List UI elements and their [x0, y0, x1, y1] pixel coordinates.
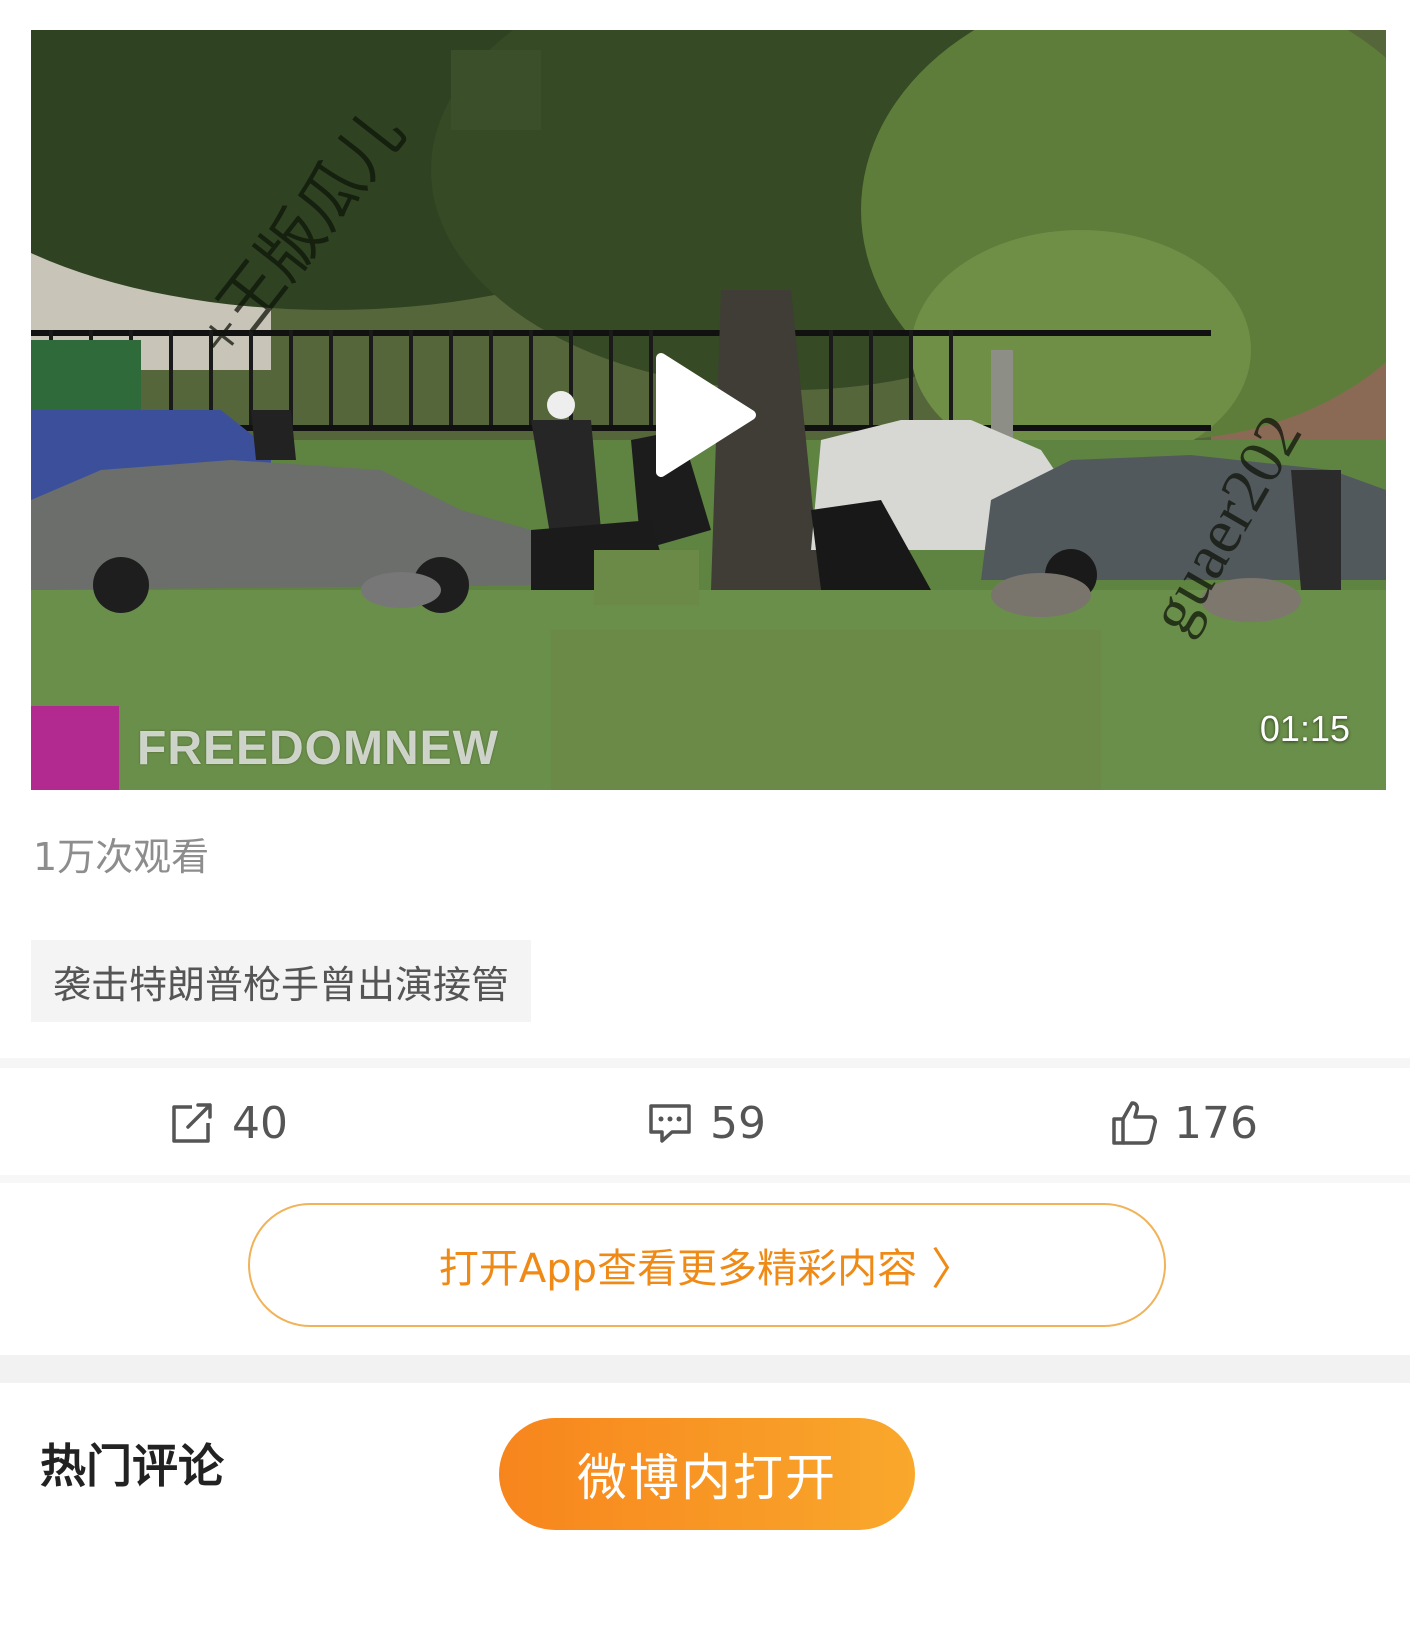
channel-overlay: FREEDOMNEW — [31, 706, 499, 790]
divider — [0, 1175, 1410, 1183]
play-icon[interactable] — [651, 350, 761, 480]
channel-name: FREEDOMNEW — [137, 721, 499, 775]
repost-button[interactable]: 40 — [168, 1075, 288, 1171]
like-button[interactable]: 176 — [1110, 1075, 1258, 1171]
channel-logo — [31, 706, 119, 790]
open-in-weibo-button[interactable]: 微博内打开 — [499, 1418, 915, 1530]
open-app-label: 打开App查看更多精彩内容 — [438, 1246, 918, 1292]
video-player[interactable]: +王版瓜儿 guaer202 FREEDOMNEW 01:15 — [31, 30, 1386, 790]
divider — [0, 1058, 1410, 1068]
view-count: 1万次观看 — [33, 835, 210, 879]
censor-patch — [451, 50, 541, 130]
chevron-right-icon: 〉 — [931, 1244, 976, 1295]
topic-tag[interactable]: 袭击特朗普枪手曾出演接管 — [31, 940, 532, 1022]
censor-patch — [594, 550, 699, 605]
section-divider — [0, 1355, 1410, 1383]
repost-count: 40 — [232, 1097, 288, 1149]
like-icon — [1112, 1101, 1157, 1145]
comment-count: 59 — [710, 1097, 766, 1149]
like-count: 176 — [1174, 1097, 1258, 1149]
comment-icon — [649, 1104, 691, 1143]
video-duration: 01:15 — [1259, 708, 1350, 749]
repost-icon — [172, 1103, 212, 1143]
hot-comments-title: 热门评论 — [40, 1439, 224, 1493]
censor-patch — [551, 630, 1101, 790]
open-app-button[interactable]: 打开App查看更多精彩内容 〉 — [248, 1203, 1166, 1327]
action-bar: 40 59 176 — [0, 1075, 1410, 1171]
comment-button[interactable]: 59 — [646, 1075, 766, 1171]
